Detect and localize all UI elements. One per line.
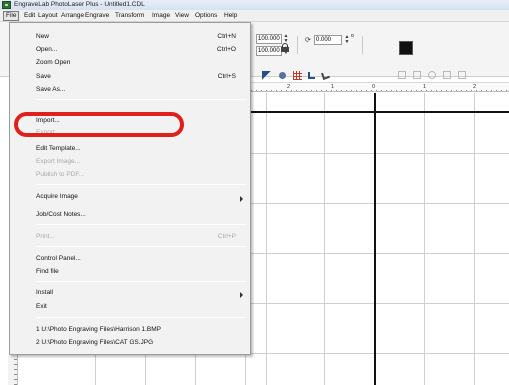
rotate-icon: ⟳ <box>305 37 311 44</box>
ruler-label: 0 <box>372 84 376 90</box>
menu-separator <box>36 246 246 247</box>
toolbar-separator <box>297 36 298 54</box>
shortcut-new: Ctrl+N <box>217 33 236 40</box>
rotation-spinner[interactable]: ▲ ▼ <box>344 35 350 45</box>
drawing-canvas-left[interactable] <box>18 355 251 385</box>
submenu-arrow-icon <box>240 292 243 298</box>
trim-icon[interactable] <box>458 71 466 79</box>
menu-item-save-as[interactable]: Save As... <box>36 85 65 95</box>
menu-edit[interactable]: Edit <box>22 11 37 21</box>
rotation-field[interactable]: 0.000 <box>314 35 342 45</box>
menu-item-export-image[interactable]: Export Image... <box>36 157 80 167</box>
menu-item-recent-2[interactable]: 2 U:\Photo Engraving Files\CAT GS.JPG <box>36 338 153 348</box>
circle-icon[interactable] <box>428 71 436 79</box>
menu-image[interactable]: Image <box>150 11 172 21</box>
vertical-ruler[interactable] <box>8 355 18 385</box>
menu-item-save[interactable]: Save <box>36 72 51 82</box>
menu-help[interactable]: Help <box>222 11 239 21</box>
menu-item-find-file[interactable]: Find file <box>36 267 59 277</box>
shortcut-save: Ctrl+S <box>217 73 236 80</box>
menu-transform[interactable]: Transform <box>113 11 146 21</box>
toolbar-separator <box>362 36 363 54</box>
height-field[interactable]: 100.000 <box>256 46 282 56</box>
page-border-vertical <box>374 93 376 385</box>
menu-item-recent-1[interactable]: 1 U:\Photo Engraving Files\Harrison 1.BM… <box>36 325 161 335</box>
ruler-label: 1 <box>331 84 335 90</box>
menu-item-acquire-image[interactable]: Acquire Image <box>36 192 78 202</box>
window-title: EngraveLab PhotoLaser Plus - Untitled1.C… <box>14 1 145 8</box>
pointer-tool-icon[interactable] <box>262 71 271 80</box>
menu-item-new[interactable]: New <box>36 32 49 42</box>
menu-item-install[interactable]: Install <box>36 288 53 298</box>
width-field[interactable]: 100.000 <box>256 34 282 44</box>
app-icon <box>2 1 11 9</box>
align-icon[interactable] <box>398 71 406 79</box>
menu-separator <box>36 99 246 100</box>
menu-item-job-cost-notes[interactable]: Job/Cost Notes... <box>36 210 86 220</box>
grid-tool-icon[interactable] <box>293 71 302 80</box>
drawing-canvas[interactable] <box>251 93 509 385</box>
node-tool-icon[interactable] <box>308 72 315 79</box>
fill-tool-icon[interactable] <box>279 72 286 79</box>
submenu-arrow-icon <box>240 196 243 202</box>
menu-item-print[interactable]: Print... <box>36 232 55 242</box>
menu-bar: File Edit Layout Arrange Engrave Transfo… <box>0 10 509 22</box>
menu-view[interactable]: View <box>173 11 191 21</box>
menu-item-open[interactable]: Open... <box>36 45 57 55</box>
color-swatch[interactable] <box>399 41 413 55</box>
menu-file[interactable]: File <box>3 11 20 21</box>
menu-item-control-panel[interactable]: Control Panel... <box>36 254 81 264</box>
page-border-horizontal <box>251 111 509 113</box>
degree-symbol: o <box>351 33 354 39</box>
menu-item-edit-template[interactable]: Edit Template... <box>36 144 81 154</box>
menu-separator <box>36 184 246 185</box>
ruler-label: 2 <box>473 84 477 90</box>
distribute-icon[interactable] <box>413 71 421 79</box>
shortcut-open: Ctrl+O <box>217 46 236 53</box>
menu-layout[interactable]: Layout <box>36 11 60 21</box>
ruler-label: 1 <box>423 84 427 90</box>
ruler-label: 2 <box>287 84 291 90</box>
menu-separator <box>36 281 246 282</box>
menu-separator <box>36 317 246 318</box>
weld-icon[interactable] <box>443 71 451 79</box>
import-highlight-annotation <box>14 112 184 137</box>
menu-item-exit[interactable]: Exit <box>36 302 47 312</box>
file-menu-dropdown: New Ctrl+N Open... Ctrl+O Zoom Open Save… <box>9 22 251 355</box>
lock-icon[interactable] <box>281 43 289 52</box>
menu-item-publish-pdf[interactable]: Publish to PDF... <box>36 170 84 180</box>
shortcut-print: Ctrl+P <box>217 233 236 240</box>
title-bar: EngraveLab PhotoLaser Plus - Untitled1.C… <box>0 0 509 10</box>
menu-separator <box>36 224 246 225</box>
menu-item-zoom-open[interactable]: Zoom Open <box>36 58 70 68</box>
menu-engrave[interactable]: Engrave <box>83 11 111 21</box>
menu-options[interactable]: Options <box>193 11 219 21</box>
